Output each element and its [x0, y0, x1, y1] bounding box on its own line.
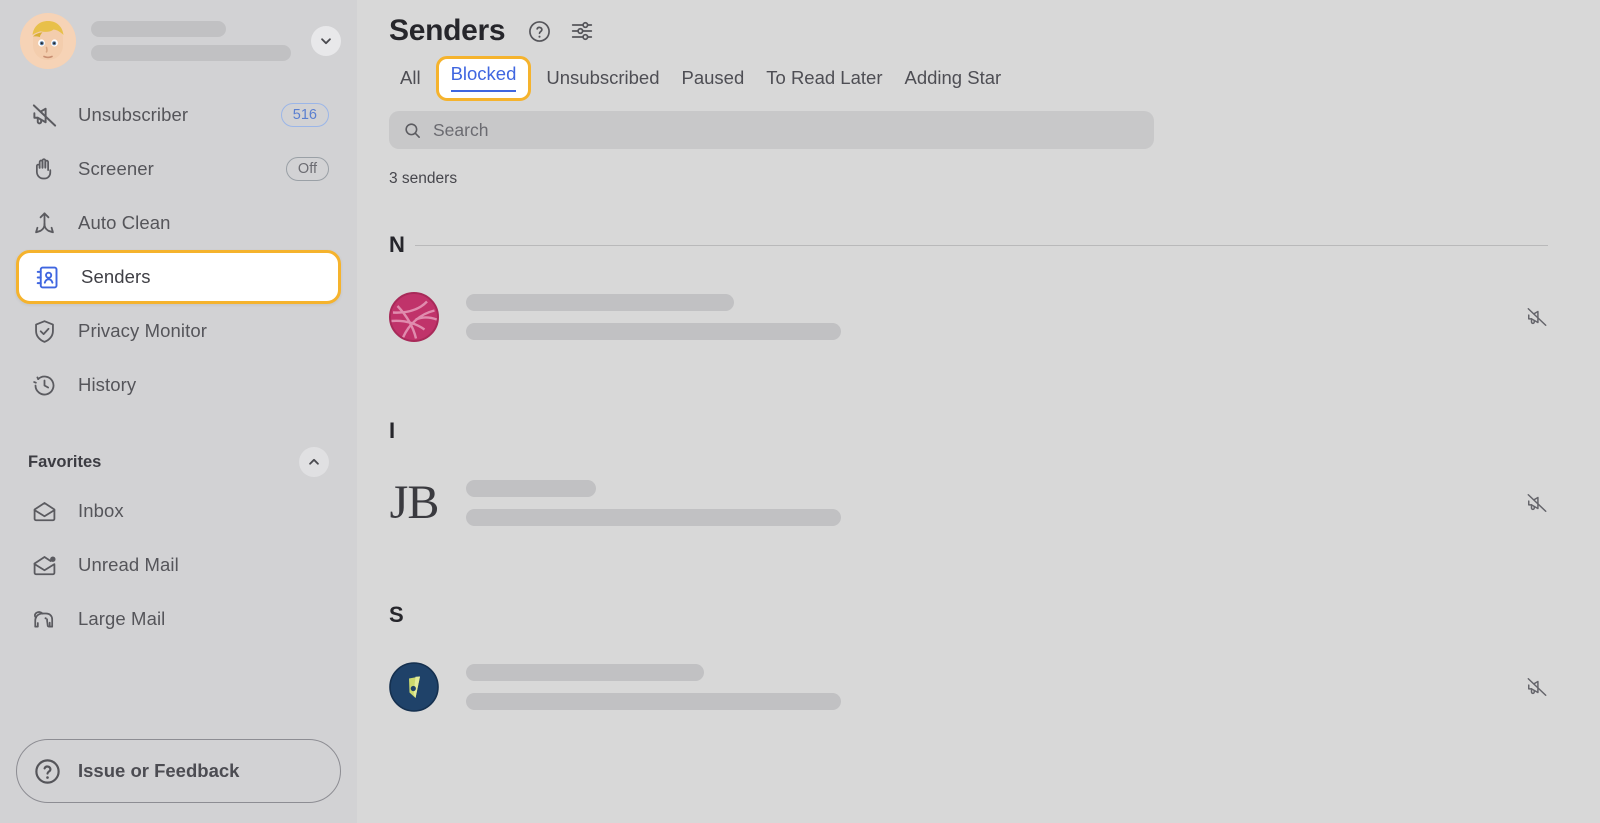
chevron-up-icon[interactable] [299, 447, 329, 477]
account-header[interactable] [0, 0, 357, 70]
group-letter: I [389, 418, 396, 443]
app-window: Unsubscriber 516 Screener Off Auto Clean… [0, 0, 1600, 823]
sidebar-item-label: Screener [78, 158, 154, 179]
megaphone-slash-icon[interactable] [1526, 676, 1548, 698]
sender-info-redacted [466, 294, 1526, 340]
sidebar-footer: Issue or Feedback [0, 721, 357, 823]
account-text-redacted [91, 21, 303, 61]
group-divider [415, 244, 1548, 246]
megaphone-slash-icon[interactable] [1526, 306, 1548, 328]
sidebar-item-label: Unread Mail [78, 554, 179, 575]
issue-or-feedback-button[interactable]: Issue or Feedback [16, 739, 341, 803]
sidebar-item-privacy-monitor[interactable]: Privacy Monitor [16, 304, 341, 358]
sidebar-item-label: Large Mail [78, 608, 166, 629]
main-content: Senders All Blocked Unsubscribed Paused … [357, 0, 1600, 823]
group-header-s: S [389, 600, 1600, 630]
unsubscriber-count-badge: 516 [280, 103, 329, 127]
tab-unsubscribed[interactable]: Unsubscribed [535, 63, 670, 93]
megaphone-slash-icon[interactable] [1526, 492, 1548, 514]
sidebar-item-auto-clean[interactable]: Auto Clean [16, 196, 341, 250]
sender-email-redacted [466, 693, 841, 710]
senders-list: N I JB S [389, 230, 1600, 730]
elephant-icon [28, 603, 60, 635]
screener-state-badge: Off [285, 157, 329, 181]
account-email-redacted [91, 45, 291, 61]
clock-history-icon [28, 369, 60, 401]
group-letter: N [389, 232, 405, 257]
question-circle-icon [33, 757, 62, 786]
sidebar-nav: Unsubscriber 516 Screener Off Auto Clean… [0, 88, 357, 412]
sidebar-item-label: Auto Clean [78, 212, 171, 233]
sender-name-redacted [466, 294, 734, 311]
search-icon [403, 121, 422, 140]
issue-or-feedback-label: Issue or Feedback [78, 760, 240, 781]
tab-all[interactable]: All [389, 63, 432, 93]
shield-check-icon [28, 315, 60, 347]
search-field-container[interactable] [389, 111, 1154, 149]
sidebar-item-unread-mail[interactable]: Unread Mail [16, 538, 341, 592]
page-header: Senders [389, 0, 1600, 47]
megaphone-slash-icon [28, 99, 60, 131]
question-circle-icon[interactable] [527, 19, 552, 44]
sidebar: Unsubscriber 516 Screener Off Auto Clean… [0, 0, 357, 823]
leaf-badge-logo-avatar [389, 662, 439, 712]
group-letter: S [389, 602, 404, 627]
sidebar-item-label: Inbox [78, 500, 124, 521]
tab-blocked[interactable]: Blocked [435, 55, 532, 101]
memoji-avatar[interactable] [20, 13, 76, 69]
sender-email-redacted [466, 509, 841, 526]
account-name-redacted [91, 21, 226, 37]
sender-email-redacted [466, 323, 841, 340]
search-input[interactable] [433, 119, 1140, 141]
group-divider [415, 431, 1548, 432]
tab-to-read-later[interactable]: To Read Later [755, 63, 893, 93]
sidebar-item-senders[interactable]: Senders [16, 250, 341, 304]
tab-bar: All Blocked Unsubscribed Paused To Read … [389, 55, 1600, 101]
sliders-icon[interactable] [569, 18, 595, 44]
sender-row[interactable] [389, 644, 1600, 730]
envelope-dot-icon [28, 549, 60, 581]
search-bar [389, 111, 1154, 149]
sidebar-item-history[interactable]: History [16, 358, 341, 412]
group-header-n: N [389, 230, 1600, 260]
tab-blocked-label: Blocked [450, 63, 517, 92]
sidebar-item-inbox[interactable]: Inbox [16, 484, 341, 538]
sidebar-item-label: Senders [81, 266, 151, 287]
chevron-down-icon[interactable] [311, 26, 341, 56]
tab-adding-star[interactable]: Adding Star [893, 63, 1012, 93]
sender-row[interactable]: JB [389, 460, 1600, 546]
sender-info-redacted [466, 664, 1526, 710]
favorites-title: Favorites [28, 452, 102, 471]
dribbble-logo-avatar [389, 292, 439, 342]
sender-count-label: 3 senders [389, 170, 458, 187]
sidebar-item-unsubscriber[interactable]: Unsubscriber 516 [16, 88, 341, 142]
group-header-i: I [389, 416, 1600, 446]
hand-raised-icon [28, 153, 60, 185]
sender-info-redacted [466, 480, 1526, 526]
envelope-icon [28, 495, 60, 527]
favorites-list: Inbox Unread Mail Large Mail [0, 484, 357, 646]
tab-paused[interactable]: Paused [671, 63, 756, 93]
sidebar-item-label: Privacy Monitor [78, 320, 207, 341]
favorites-section-header: Favorites [16, 444, 341, 480]
contact-book-icon [31, 261, 63, 293]
sender-name-redacted [466, 480, 596, 497]
sidebar-item-label: Unsubscriber [78, 104, 189, 125]
sidebar-item-label: History [78, 374, 137, 395]
monogram-avatar: JB [389, 476, 440, 529]
sender-name-redacted [466, 664, 704, 681]
auto-clean-arrows-icon [28, 207, 60, 239]
sidebar-item-screener[interactable]: Screener Off [16, 142, 341, 196]
sidebar-item-large-mail[interactable]: Large Mail [16, 592, 341, 646]
group-divider [415, 615, 1548, 616]
sender-row[interactable] [389, 274, 1600, 360]
page-title: Senders [389, 14, 506, 47]
